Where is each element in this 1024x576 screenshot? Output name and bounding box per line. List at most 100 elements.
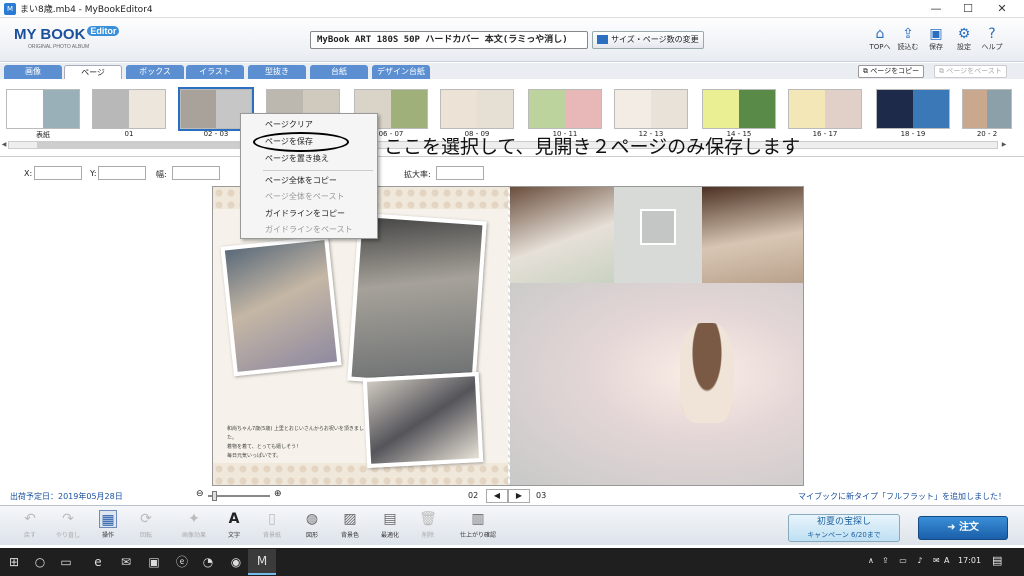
menu-item-copy-guide[interactable]: ガイドラインをコピー [265,208,345,219]
order-button[interactable]: ➜ 注文 [918,516,1008,540]
tab-page[interactable]: ページ [64,65,122,79]
tab-cutout[interactable]: 型抜き [248,65,306,79]
taskbar-mail-icon[interactable]: ✉ [118,554,134,570]
delete-button[interactable]: 🗑 削除 [412,510,444,539]
product-name-field: MyBook ART 180S 50P ハードカバー 本文(ラミっや消し) [310,31,588,49]
thumbnail-left-page [877,90,913,128]
start-icon[interactable]: ⊞ [6,554,22,570]
redo-label: やり直し [55,532,80,539]
menu-item-copy-page[interactable]: ページ全体をコピー [265,175,337,186]
undo-button[interactable]: ↶ 戻す [14,510,46,539]
background-color-button[interactable]: ▨ 背景色 [334,510,366,539]
tab-box[interactable]: ボックス [126,65,184,79]
y-input[interactable] [98,166,146,180]
order-label: 注文 [958,522,979,533]
thumbnail-left-page [441,90,477,128]
image-effect-icon: ✦ [188,511,200,527]
page-paste-button[interactable]: ⧉ ページをペースト [934,65,1007,78]
thumbnail-label: 18 - 19 [900,130,926,138]
tray-chevron-icon[interactable]: ∧ [868,556,874,565]
thumbnail-right-page [987,90,1011,128]
photo-girl-window[interactable] [510,187,614,283]
photo-kimono-girl-1[interactable] [220,235,342,377]
menu-item-paste-guide: ガイドラインをペースト [265,225,353,234]
prev-page-button[interactable]: ◀ [486,489,508,503]
operate-button[interactable]: ▦ 操作 [92,510,124,539]
taskbar-mybook-icon[interactable]: M [248,549,276,575]
zoom-out-icon[interactable]: ⊖ [196,489,204,499]
tray-icons[interactable]: ⇪ ▭ ♪ ✉ [882,556,944,565]
thumbnail-label: 01 [124,130,134,138]
zoom-in-icon[interactable]: ⊕ [274,489,282,499]
settings-button[interactable]: ⚙ 設定 [950,26,978,52]
help-button[interactable]: ? ヘルプ [978,26,1006,52]
close-button[interactable]: ✕ [980,0,1024,18]
photo-girl-closeup[interactable] [702,187,803,283]
page-thumbnail[interactable] [528,89,602,129]
page-thumbnail[interactable] [876,89,950,129]
settings-label: 設定 [957,43,971,51]
top-button[interactable]: ⌂ TOPへ [866,26,894,52]
shape-label: 図形 [305,532,318,539]
zoom-slider[interactable]: ⊖ ⊕ [196,489,288,502]
page-caption-text[interactable]: 和尚ちゃん7歳(5歳) 上里とおじいさんからお祝いを頂きました。 着物を着て、と… [227,425,367,461]
photo-girl-sitting[interactable] [510,283,803,485]
taskbar-edge2-icon[interactable]: ⓔ [174,554,190,570]
ime-indicator[interactable]: A [944,556,949,565]
page-thumbnail[interactable] [614,89,688,129]
page-thumbnail[interactable] [962,89,1012,129]
shape-button[interactable]: ◍ 図形 [296,510,328,539]
scroll-left-icon[interactable]: ◀ [0,141,8,149]
page-thumbnail[interactable] [702,89,776,129]
window-title: まい8歳.mb4 - MyBookEditor4 [20,5,153,15]
search-icon[interactable]: ○ [32,554,48,570]
background-color-label: 背景色 [340,532,359,539]
notification-icon[interactable]: ▤ [992,554,1002,567]
zoom-handle[interactable] [212,491,217,501]
news-notice-link[interactable]: マイブックに新タイプ「フルフラット」を追加しました！ [798,491,1006,502]
page-thumbnail[interactable] [440,89,514,129]
page-thumbnail[interactable] [6,89,80,129]
tab-illust[interactable]: イラスト [186,65,244,79]
image-effect-button[interactable]: ✦ 画像効果 [178,510,210,539]
menu-item-replace-page[interactable]: ページを置き換え [265,153,329,164]
tab-image[interactable]: 画像 [4,65,62,79]
page-thumbnail[interactable] [92,89,166,129]
photo-kimono-girl-2[interactable] [347,212,487,390]
arrow-right-icon: ➜ [947,522,959,533]
window-titlebar: M まい8歳.mb4 - MyBookEditor4 — ☐ ✕ [0,0,1024,18]
redo-button[interactable]: ↷ やり直し [52,510,84,539]
taskbar-edge-icon[interactable]: e [90,554,106,570]
menu-item-page-clear[interactable]: ページクリア [265,119,313,130]
app-header: MY BOOK Editor ORIGINAL PHOTO ALBUM MyBoo… [0,18,1024,62]
campaign-banner[interactable]: 初夏の宝探し キャンペーン 6/20まで [788,514,900,542]
text-button[interactable]: A 文字 [218,510,250,539]
save-button[interactable]: ▣ 保存 [922,26,950,52]
photo-siblings[interactable] [362,372,484,468]
tab-mount[interactable]: 台紙 [310,65,368,79]
thumbnail-right-page [825,90,861,128]
task-view-icon[interactable]: ▭ [58,554,74,570]
next-page-button[interactable]: ▶ [508,489,530,503]
taskbar-app-icon[interactable]: ◔ [200,554,216,570]
photo-shelf-decor[interactable] [614,187,702,283]
x-input[interactable] [34,166,82,180]
preview-button[interactable]: ▥ 仕上がり確認 [456,510,500,539]
zoom-input[interactable] [436,166,484,180]
width-input[interactable] [172,166,220,180]
rotate-button[interactable]: ⟳ 回転 [130,510,162,539]
property-row: X: Y: 幅: 拡大率: [0,160,1024,184]
optimize-button[interactable]: ▤ 最適化 [374,510,406,539]
scroll-right-icon[interactable]: ▶ [1000,141,1008,149]
page-thumbnail[interactable] [788,89,862,129]
taskbar-chrome-icon[interactable]: ◉ [228,554,244,570]
taskbar-store-icon[interactable]: ▣ [146,554,162,570]
background-paper-button[interactable]: ▯ 背景紙 [256,510,288,539]
load-button[interactable]: ⇪ 読込む [894,26,922,52]
app-icon: M [4,2,16,15]
size-page-change-button[interactable]: サイズ・ページ数の変更 [592,31,704,49]
gear-icon: ⚙ [957,26,971,42]
page-copy-button[interactable]: ⧉ ページをコピー [858,65,925,78]
tab-design-mount[interactable]: デザイン台紙 [372,65,430,79]
taskbar-clock[interactable]: 17:01 [958,556,981,565]
